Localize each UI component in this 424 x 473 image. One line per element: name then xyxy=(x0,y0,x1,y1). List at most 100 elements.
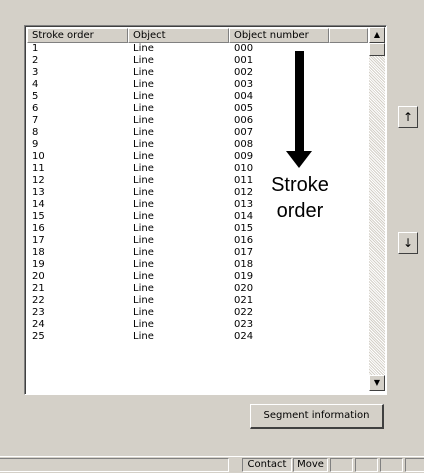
cell-object: Line xyxy=(133,283,154,294)
cell-object: Line xyxy=(133,307,154,318)
table-row[interactable]: 19 Line 018 xyxy=(27,259,368,271)
cell-empty xyxy=(329,115,368,127)
cell-object-number: 017 xyxy=(234,247,254,258)
cell-object-number: 002 xyxy=(234,67,254,78)
cell-stroke-order: 18 xyxy=(32,247,45,258)
cell-stroke-order: 8 xyxy=(32,127,39,138)
table-row[interactable]: 7 Line 006 xyxy=(27,115,368,127)
column-header-stroke-order[interactable]: Stroke order xyxy=(27,28,128,43)
cell-empty xyxy=(329,67,368,79)
cell-object: Line xyxy=(133,151,154,162)
column-header-object-number[interactable]: Object number xyxy=(229,28,329,43)
stroke-order-panel: Stroke order Object Object number 1 Line 0… xyxy=(0,0,424,456)
cell-object: Line xyxy=(133,259,154,270)
cell-empty xyxy=(329,295,368,307)
table-row[interactable]: 2 Line 001 xyxy=(27,55,368,67)
status-pane-move: Move xyxy=(293,458,328,472)
cell-empty xyxy=(329,319,368,331)
table-row[interactable]: 25 Line 024 xyxy=(27,331,368,343)
cell-object-number: 004 xyxy=(234,91,254,102)
table-row[interactable]: 23 Line 022 xyxy=(27,307,368,319)
cell-stroke-order: 4 xyxy=(32,79,39,90)
stroke-order-annotation: Stroke order xyxy=(254,172,346,224)
cell-stroke-order: 16 xyxy=(32,223,45,234)
table-row[interactable]: 1 Line 000 xyxy=(27,43,368,55)
table-row[interactable]: 3 Line 002 xyxy=(27,67,368,79)
cell-empty xyxy=(329,55,368,67)
cell-empty xyxy=(329,271,368,283)
column-header-object[interactable]: Object xyxy=(128,28,229,43)
status-pane-empty-4 xyxy=(405,458,424,472)
cell-stroke-order: 6 xyxy=(32,103,39,114)
table-row[interactable]: 5 Line 004 xyxy=(27,91,368,103)
status-pane-empty-1 xyxy=(330,458,353,472)
cell-object-number: 005 xyxy=(234,103,254,114)
table-row[interactable]: 22 Line 021 xyxy=(27,295,368,307)
cell-empty xyxy=(329,91,368,103)
cell-object: Line xyxy=(133,175,154,186)
table-row[interactable]: 4 Line 003 xyxy=(27,79,368,91)
cell-stroke-order: 9 xyxy=(32,139,39,150)
cell-stroke-order: 3 xyxy=(32,67,39,78)
cell-stroke-order: 13 xyxy=(32,187,45,198)
down-arrow-button-icon: ↓ xyxy=(402,236,414,250)
cell-object: Line xyxy=(133,139,154,150)
cell-object: Line xyxy=(133,115,154,126)
cell-object-number: 001 xyxy=(234,55,254,66)
cell-stroke-order: 5 xyxy=(32,91,39,102)
list-header: Stroke order Object Object number xyxy=(27,28,368,43)
table-row[interactable]: 6 Line 005 xyxy=(27,103,368,115)
move-up-button[interactable]: ↑ xyxy=(398,106,418,128)
scroll-up-button[interactable]: ▲ xyxy=(369,27,385,43)
arrow-shaft xyxy=(295,51,304,151)
cell-stroke-order: 25 xyxy=(32,331,45,342)
cell-stroke-order: 15 xyxy=(32,211,45,222)
cell-object-number: 023 xyxy=(234,319,254,330)
cell-object-number: 008 xyxy=(234,139,254,150)
cell-object: Line xyxy=(133,271,154,282)
cell-object: Line xyxy=(133,127,154,138)
status-pane-contact: Contact xyxy=(242,458,292,472)
column-header-empty[interactable] xyxy=(329,28,368,43)
move-down-button[interactable]: ↓ xyxy=(398,232,418,254)
table-row[interactable]: 10 Line 009 xyxy=(27,151,368,163)
segment-information-button[interactable]: Segment information xyxy=(250,404,384,429)
table-row[interactable]: 16 Line 015 xyxy=(27,223,368,235)
cell-stroke-order: 24 xyxy=(32,319,45,330)
table-row[interactable]: 20 Line 019 xyxy=(27,271,368,283)
cell-stroke-order: 17 xyxy=(32,235,45,246)
table-row[interactable]: 18 Line 017 xyxy=(27,247,368,259)
cell-empty xyxy=(329,259,368,271)
cell-object-number: 006 xyxy=(234,115,254,126)
table-row[interactable]: 9 Line 008 xyxy=(27,139,368,151)
table-row[interactable]: 21 Line 020 xyxy=(27,283,368,295)
cell-object: Line xyxy=(133,199,154,210)
cell-stroke-order: 1 xyxy=(32,43,39,54)
cell-object-number: 015 xyxy=(234,223,254,234)
cell-object-number: 000 xyxy=(234,43,254,54)
cell-object: Line xyxy=(133,295,154,306)
cell-object: Line xyxy=(133,223,154,234)
cell-object: Line xyxy=(133,211,154,222)
cell-stroke-order: 14 xyxy=(32,199,45,210)
cell-object: Line xyxy=(133,163,154,174)
vertical-scrollbar[interactable]: ▲ ▼ xyxy=(369,27,385,391)
cell-object: Line xyxy=(133,55,154,66)
cell-object: Line xyxy=(133,103,154,114)
cell-stroke-order: 22 xyxy=(32,295,45,306)
annotation-line-1: Stroke xyxy=(271,174,329,196)
table-row[interactable]: 24 Line 023 xyxy=(27,319,368,331)
scroll-up-icon: ▲ xyxy=(373,30,381,39)
cell-stroke-order: 19 xyxy=(32,259,45,270)
cell-object-number: 018 xyxy=(234,259,254,270)
cell-object: Line xyxy=(133,331,154,342)
cell-object: Line xyxy=(133,247,154,258)
scroll-thumb[interactable] xyxy=(369,43,385,56)
cell-object-number: 024 xyxy=(234,331,254,342)
scroll-down-button[interactable]: ▼ xyxy=(369,375,385,391)
table-row[interactable]: 17 Line 016 xyxy=(27,235,368,247)
cell-object: Line xyxy=(133,91,154,102)
annotation-line-2: order xyxy=(276,200,324,222)
cell-object: Line xyxy=(133,187,154,198)
table-row[interactable]: 8 Line 007 xyxy=(27,127,368,139)
